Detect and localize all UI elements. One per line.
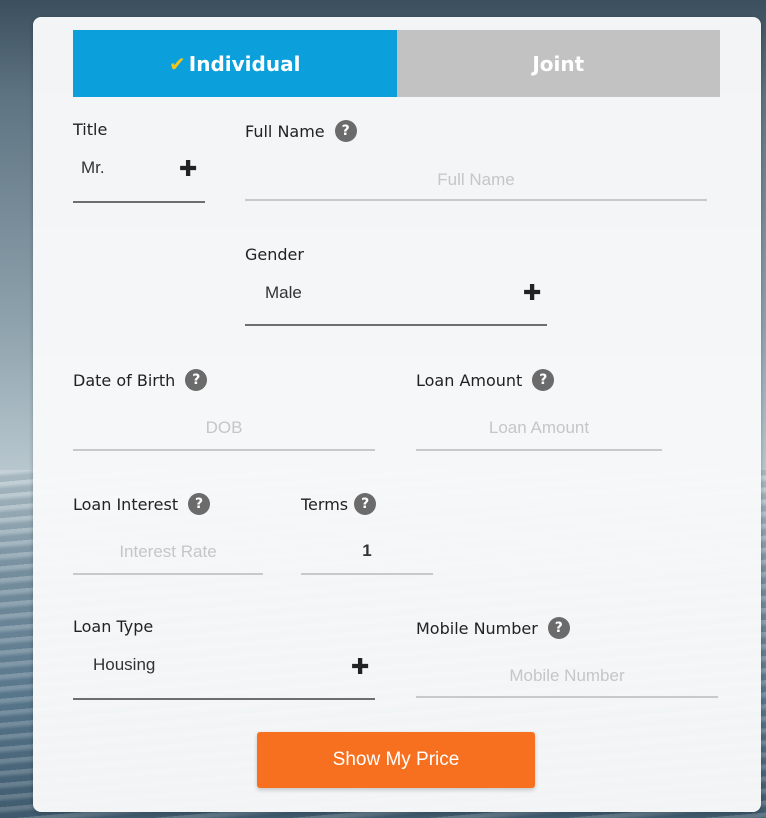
full-name-input[interactable]	[245, 199, 707, 201]
checkmark-icon: ✔	[169, 51, 186, 76]
dob-input[interactable]	[73, 449, 375, 451]
dob-label: Date of Birth ?	[73, 369, 208, 391]
terms-value: 1	[362, 541, 372, 560]
loan-interest-label: Loan Interest ?	[73, 493, 211, 515]
loan-type-value: Housing	[93, 655, 156, 674]
dob-help-icon[interactable]: ?	[185, 369, 208, 391]
title-select[interactable]	[73, 201, 205, 203]
loan-type-label: Loan Type	[73, 617, 154, 636]
terms-help-icon[interactable]: ?	[354, 493, 377, 515]
loan-amount-help-icon[interactable]: ?	[532, 369, 555, 391]
tab-joint[interactable]: Joint	[396, 30, 720, 97]
loan-type-plus-icon[interactable]: ✚	[351, 657, 369, 679]
gender-select[interactable]	[245, 324, 547, 326]
title-value: Mr.	[81, 158, 105, 177]
loan-type-select[interactable]	[73, 698, 375, 700]
tab-individual[interactable]: ✔ Individual	[73, 30, 397, 97]
show-my-price-button[interactable]: Show My Price	[257, 732, 535, 788]
full-name-help-icon[interactable]: ?	[334, 120, 357, 142]
mobile-number-label: Mobile Number ?	[416, 617, 570, 639]
full-name-placeholder: Full Name	[437, 170, 515, 189]
title-plus-icon[interactable]: ✚	[179, 159, 197, 181]
mobile-number-input[interactable]	[416, 696, 718, 698]
gender-label: Gender	[245, 245, 304, 264]
gender-value: Male	[265, 283, 302, 302]
loan-amount-label: Loan Amount ?	[416, 369, 555, 391]
gender-plus-icon[interactable]: ✚	[523, 283, 541, 305]
loan-amount-input[interactable]	[416, 449, 662, 451]
interest-rate-input[interactable]	[73, 573, 263, 575]
applicant-tabs: ✔ Individual Joint	[73, 30, 720, 97]
loan-amount-placeholder: Loan Amount	[488, 418, 590, 437]
mobile-number-help-icon[interactable]: ?	[547, 617, 570, 639]
mobile-number-placeholder: Mobile Number	[509, 666, 625, 685]
loan-interest-help-icon[interactable]: ?	[188, 493, 211, 515]
tab-individual-label: Individual	[188, 51, 301, 76]
loan-form-card: ✔ Individual Joint Title Mr. ✚ Full Name…	[33, 17, 761, 812]
title-label: Title	[73, 120, 108, 139]
full-name-label: Full Name ?	[245, 120, 357, 142]
terms-label: Terms ?	[301, 493, 377, 515]
dob-placeholder: DOB	[205, 418, 243, 437]
tab-joint-label: Joint	[532, 51, 585, 76]
terms-input[interactable]	[301, 573, 433, 575]
interest-rate-placeholder: Interest Rate	[119, 542, 217, 561]
